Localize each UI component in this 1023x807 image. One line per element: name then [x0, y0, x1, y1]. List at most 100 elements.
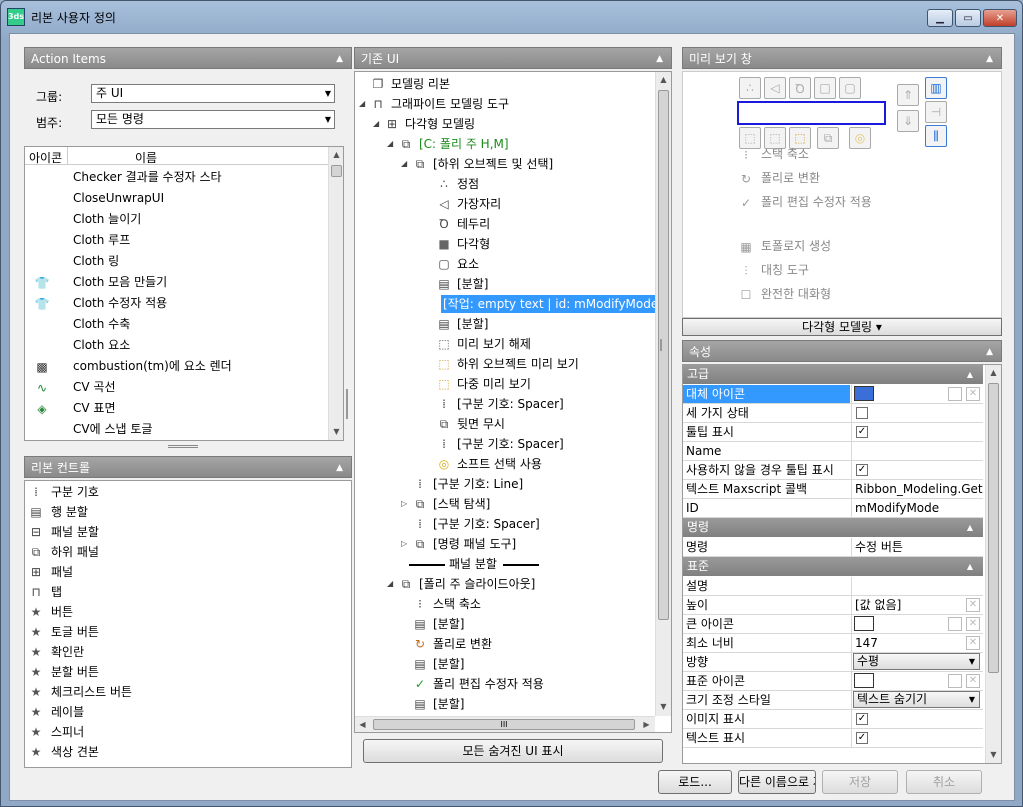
property-combo[interactable]: 텍스트 숨기기 ▼ — [853, 691, 980, 708]
preview-command[interactable]: ☐ 완전한 대화형 — [739, 284, 979, 305]
property-value[interactable] — [851, 577, 983, 595]
list-item[interactable]: CloseUnwrapUI — [25, 188, 327, 209]
group-select[interactable]: 주 UI ▼ — [91, 84, 335, 103]
property-row[interactable]: 설명 — [683, 577, 983, 596]
save-button[interactable]: 저장 — [822, 770, 898, 794]
vertical-splitter-mid[interactable] — [660, 339, 662, 351]
stack-up-icon[interactable]: ⇑ — [897, 84, 919, 106]
collapse-tree-icon[interactable]: ◢ — [373, 114, 379, 134]
property-value[interactable]: 텍스트 숨기기 ▼ — [851, 691, 983, 709]
property-value[interactable]: ✓ — [851, 461, 983, 479]
collapse-tree-icon[interactable]: ◢ — [359, 94, 365, 114]
property-value[interactable]: ✓ — [851, 729, 983, 747]
list-item[interactable]: 👕 Cloth 모음 만들기 — [25, 272, 327, 293]
tree-node[interactable]: ⧉ 뒷면 무시 — [355, 414, 655, 434]
scroll-left-icon[interactable]: ◀ — [355, 717, 370, 732]
pin-stack-icon[interactable]: ▥ — [925, 77, 947, 99]
tree-node[interactable]: ∴ 정점 — [355, 174, 655, 194]
ribbon-control-item[interactable]: ⧉ 하위 패널 — [25, 542, 345, 562]
pin-icon[interactable]: ⊣ — [925, 101, 947, 123]
property-row[interactable]: 텍스트 Maxscript 콜백 Ribbon_Modeling.GetM — [683, 480, 983, 499]
property-row[interactable]: 방향 수평 ▼ — [683, 653, 983, 672]
cancel-button[interactable]: 취소 — [906, 770, 982, 794]
property-value[interactable]: Ribbon_Modeling.GetM — [851, 480, 983, 498]
tree-node[interactable]: ✓ 폴리 편집 수정자 적용 — [355, 674, 655, 694]
property-row[interactable]: 크기 조정 스타일 텍스트 숨기기 ▼ — [683, 691, 983, 710]
property-value[interactable]: ✕ — [851, 385, 983, 403]
browse-icon[interactable] — [948, 674, 962, 688]
tree-node[interactable]: ⁞ [구분 기호: Spacer] — [355, 514, 655, 534]
show-all-hidden-ui-button[interactable]: 모든 숨겨진 UI 표시 — [363, 739, 663, 763]
stack-down-icon[interactable]: ⇓ — [897, 110, 919, 132]
tree-node[interactable]: Ꝺ 테두리 — [355, 214, 655, 234]
splitter-grip[interactable] — [168, 445, 198, 448]
list-item[interactable]: Checker 결과를 수정자 스타 — [25, 167, 327, 188]
tree-node[interactable]: ▤ [분할] — [355, 694, 655, 714]
hscroll-thumb[interactable]: III — [373, 719, 635, 730]
tree-node[interactable]: ❐ 모델링 리본 — [355, 74, 655, 94]
ribbon-control-item[interactable]: ★ 토글 버튼 — [25, 622, 345, 642]
scroll-down-icon[interactable]: ▼ — [329, 424, 343, 440]
scroll-thumb[interactable] — [988, 383, 999, 673]
polygon-icon[interactable]: □ — [814, 77, 836, 99]
scroll-down-icon[interactable]: ▼ — [986, 747, 1001, 763]
property-row[interactable]: 이미지 표시 ✓ — [683, 710, 983, 729]
property-value[interactable]: ✕ — [851, 672, 983, 690]
close-button[interactable]: ✕ — [983, 9, 1017, 27]
property-row[interactable]: 텍스트 표시 ✓ — [683, 729, 983, 748]
list-item[interactable]: Cloth 수축 — [25, 314, 327, 335]
property-section[interactable]: 표준 ▲ — [683, 557, 983, 576]
tree-node[interactable]: ◢ ⧉ [하위 오브젝트 및 선택] — [355, 154, 655, 174]
ribbon-control-item[interactable]: ▤ 행 분할 — [25, 502, 345, 522]
collapse-tree-icon[interactable]: ◢ — [387, 574, 393, 594]
property-value[interactable]: [값 없음] ✕ — [851, 596, 983, 614]
ribbon-controls-header[interactable]: 리본 컨트롤 ▲ — [24, 456, 352, 478]
tree-node[interactable]: ▷ ⧉ [명령 패널 도구] — [355, 534, 655, 554]
tree-node[interactable]: ⬚ 하위 오브젝트 미리 보기 — [355, 354, 655, 374]
property-value[interactable] — [851, 442, 983, 460]
property-value[interactable]: ✓ — [851, 423, 983, 441]
existing-ui-header[interactable]: 기존 UI ▲ — [354, 47, 672, 69]
ribbon-control-item[interactable]: ⊞ 패널 — [25, 562, 345, 582]
browse-icon[interactable] — [948, 617, 962, 631]
maximize-button[interactable]: ▭ — [955, 9, 981, 27]
tree-node[interactable]: ▢ 요소 — [355, 254, 655, 274]
scroll-up-icon[interactable]: ▲ — [986, 365, 1001, 381]
action-items-scrollbar[interactable]: ▲ ▼ — [328, 147, 343, 440]
clear-icon[interactable]: ✕ — [966, 674, 980, 688]
tree-node[interactable]: ◢ ⊞ 다각형 모델링 — [355, 114, 655, 134]
clear-icon[interactable]: ✕ — [966, 598, 980, 612]
tree-node[interactable]: ▤ [분할] — [355, 274, 655, 294]
tree-node[interactable]: ⁞ [구분 기호: Spacer] — [355, 394, 655, 414]
ribbon-control-item[interactable]: ⁞ 구분 기호 — [25, 482, 345, 502]
list-item[interactable]: Cloth 늘이기 — [25, 209, 327, 230]
property-row[interactable]: 대체 아이콘 ✕ — [683, 385, 983, 404]
tree-node[interactable]: [작업: empty text | id: mModifyMode] — [355, 294, 665, 314]
tree-node[interactable]: ◢ ⊓ 그래파이트 모델링 도구 — [355, 94, 655, 114]
load-button[interactable]: 로드... — [658, 770, 732, 794]
icon-swatch[interactable] — [854, 673, 874, 688]
preview-command[interactable]: ▦ 토폴로지 생성 — [739, 236, 979, 257]
property-section[interactable]: 명령 ▲ — [683, 518, 983, 537]
expand-icon[interactable]: ▷ — [401, 534, 407, 554]
list-item[interactable]: ▩ combustion(tm)에 요소 렌더 — [25, 356, 327, 377]
property-combo[interactable]: 수평 ▼ — [853, 653, 980, 670]
existing-ui-tree[interactable]: ❐ 모델링 리본 ◢ ⊓ 그래파이트 모델링 도구 ◢ ⊞ 다각형 모델링 ◢ ⧉ [C: 폴리 주… — [354, 71, 672, 733]
list-item[interactable]: Cloth 링 — [25, 251, 327, 272]
category-select[interactable]: 모든 명령 ▼ — [91, 110, 335, 129]
title-bar[interactable]: 3ds 리본 사용자 정의 ▁ ▭ ✕ — [1, 1, 1022, 33]
tree-node[interactable]: ▷ ⧉ [스택 탐색] — [355, 494, 655, 514]
vertex-icon[interactable]: ∴ — [739, 77, 761, 99]
list-item[interactable]: ◈ CV 표면 — [25, 398, 327, 419]
tree-node[interactable]: ⬚ 다중 미리 보기 — [355, 374, 655, 394]
tree-node[interactable]: ◢ ⧉ [C: 폴리 주 H,M] — [355, 134, 655, 154]
clear-icon[interactable]: ✕ — [966, 387, 980, 401]
col-icon-header[interactable]: 아이콘 — [29, 149, 62, 166]
element-icon[interactable]: ▢ — [839, 77, 861, 99]
property-row[interactable]: Name — [683, 442, 983, 461]
icon-swatch[interactable] — [854, 386, 874, 401]
expand-icon[interactable]: ▷ — [401, 494, 407, 514]
tree-node[interactable]: ■ 다각형 — [355, 234, 655, 254]
property-section[interactable]: 고급 ▲ — [683, 365, 983, 384]
scroll-thumb[interactable] — [331, 165, 342, 177]
